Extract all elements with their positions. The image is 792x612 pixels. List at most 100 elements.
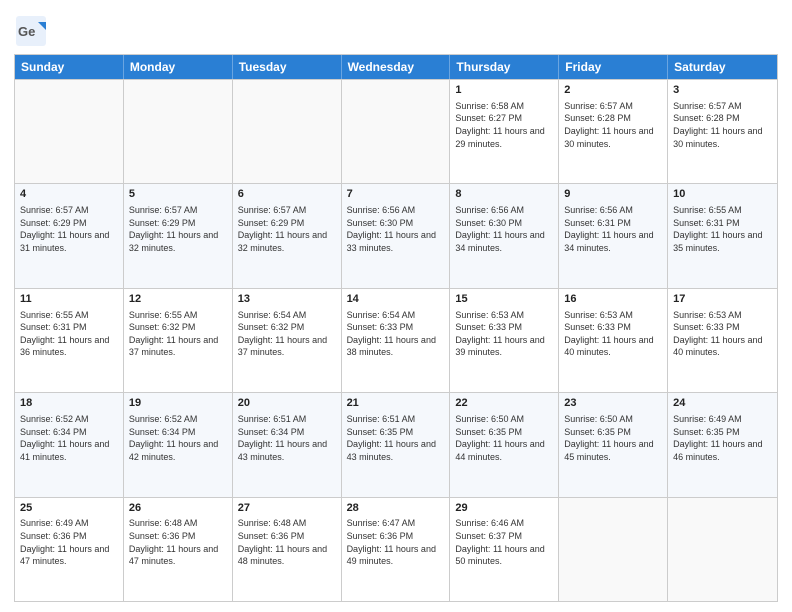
day-info: Sunrise: 6:57 AM Sunset: 6:29 PM Dayligh…	[129, 204, 227, 254]
day-number: 20	[238, 396, 336, 411]
empty-cell-0-1	[124, 80, 233, 183]
day-number: 5	[129, 187, 227, 202]
calendar-row-1: 1 Sunrise: 6:58 AM Sunset: 6:27 PM Daylig…	[15, 79, 777, 183]
day-info: Sunrise: 6:49 AM Sunset: 6:35 PM Dayligh…	[673, 413, 772, 463]
day-number: 16	[564, 292, 662, 307]
day-info: Sunrise: 6:53 AM Sunset: 6:33 PM Dayligh…	[673, 309, 772, 359]
day-number: 28	[347, 501, 445, 516]
weekday-header-saturday: Saturday	[668, 55, 777, 79]
day-cell-5: 5 Sunrise: 6:57 AM Sunset: 6:29 PM Daylig…	[124, 184, 233, 287]
day-number: 23	[564, 396, 662, 411]
logo: Ge	[14, 14, 48, 48]
day-info: Sunrise: 6:56 AM Sunset: 6:30 PM Dayligh…	[347, 204, 445, 254]
day-info: Sunrise: 6:54 AM Sunset: 6:32 PM Dayligh…	[238, 309, 336, 359]
day-cell-20: 20 Sunrise: 6:51 AM Sunset: 6:34 PM Dayli…	[233, 393, 342, 496]
day-info: Sunrise: 6:55 AM Sunset: 6:32 PM Dayligh…	[129, 309, 227, 359]
svg-text:Ge: Ge	[18, 24, 35, 39]
day-info: Sunrise: 6:56 AM Sunset: 6:30 PM Dayligh…	[455, 204, 553, 254]
day-info: Sunrise: 6:52 AM Sunset: 6:34 PM Dayligh…	[20, 413, 118, 463]
day-info: Sunrise: 6:50 AM Sunset: 6:35 PM Dayligh…	[455, 413, 553, 463]
empty-cell-4-5	[559, 498, 668, 601]
day-info: Sunrise: 6:55 AM Sunset: 6:31 PM Dayligh…	[20, 309, 118, 359]
calendar-row-3: 11 Sunrise: 6:55 AM Sunset: 6:31 PM Dayli…	[15, 288, 777, 392]
day-number: 7	[347, 187, 445, 202]
day-cell-13: 13 Sunrise: 6:54 AM Sunset: 6:32 PM Dayli…	[233, 289, 342, 392]
weekday-header-thursday: Thursday	[450, 55, 559, 79]
day-info: Sunrise: 6:54 AM Sunset: 6:33 PM Dayligh…	[347, 309, 445, 359]
day-info: Sunrise: 6:57 AM Sunset: 6:29 PM Dayligh…	[238, 204, 336, 254]
day-info: Sunrise: 6:50 AM Sunset: 6:35 PM Dayligh…	[564, 413, 662, 463]
day-cell-22: 22 Sunrise: 6:50 AM Sunset: 6:35 PM Dayli…	[450, 393, 559, 496]
day-number: 12	[129, 292, 227, 307]
day-cell-24: 24 Sunrise: 6:49 AM Sunset: 6:35 PM Dayli…	[668, 393, 777, 496]
day-cell-28: 28Sunrise: 6:47 AM Sunset: 6:36 PM Dayli…	[342, 498, 451, 601]
day-info: Sunrise: 6:51 AM Sunset: 6:35 PM Dayligh…	[347, 413, 445, 463]
day-info: Sunrise: 6:52 AM Sunset: 6:34 PM Dayligh…	[129, 413, 227, 463]
day-info: Sunrise: 6:55 AM Sunset: 6:31 PM Dayligh…	[673, 204, 772, 254]
day-number: 13	[238, 292, 336, 307]
day-info: Sunrise: 6:56 AM Sunset: 6:31 PM Dayligh…	[564, 204, 662, 254]
day-cell-29: 29Sunrise: 6:46 AM Sunset: 6:37 PM Dayli…	[450, 498, 559, 601]
weekday-header-tuesday: Tuesday	[233, 55, 342, 79]
day-number: 22	[455, 396, 553, 411]
day-cell-9: 9 Sunrise: 6:56 AM Sunset: 6:31 PM Daylig…	[559, 184, 668, 287]
day-cell-25: 25Sunrise: 6:49 AM Sunset: 6:36 PM Dayli…	[15, 498, 124, 601]
day-cell-16: 16 Sunrise: 6:53 AM Sunset: 6:33 PM Dayli…	[559, 289, 668, 392]
day-number: 26	[129, 501, 227, 516]
weekday-header-wednesday: Wednesday	[342, 55, 451, 79]
day-number: 24	[673, 396, 772, 411]
day-cell-19: 19Sunrise: 6:52 AM Sunset: 6:34 PM Dayli…	[124, 393, 233, 496]
day-cell-6: 6 Sunrise: 6:57 AM Sunset: 6:29 PM Daylig…	[233, 184, 342, 287]
day-cell-10: 10 Sunrise: 6:55 AM Sunset: 6:31 PM Dayli…	[668, 184, 777, 287]
day-info: Sunrise: 6:58 AM Sunset: 6:27 PM Dayligh…	[455, 100, 553, 150]
day-number: 29	[455, 501, 553, 516]
day-number: 9	[564, 187, 662, 202]
calendar-row-2: 4 Sunrise: 6:57 AM Sunset: 6:29 PM Daylig…	[15, 183, 777, 287]
weekday-header-monday: Monday	[124, 55, 233, 79]
day-cell-17: 17 Sunrise: 6:53 AM Sunset: 6:33 PM Dayli…	[668, 289, 777, 392]
day-number: 11	[20, 292, 118, 307]
day-info: Sunrise: 6:46 AM Sunset: 6:37 PM Dayligh…	[455, 517, 553, 567]
weekday-header-sunday: Sunday	[15, 55, 124, 79]
day-cell-7: 7 Sunrise: 6:56 AM Sunset: 6:30 PM Daylig…	[342, 184, 451, 287]
day-info: Sunrise: 6:48 AM Sunset: 6:36 PM Dayligh…	[238, 517, 336, 567]
day-number: 2	[564, 83, 662, 98]
day-cell-2: 2Sunrise: 6:57 AM Sunset: 6:28 PM Daylig…	[559, 80, 668, 183]
calendar-header: SundayMondayTuesdayWednesdayThursdayFrid…	[15, 55, 777, 79]
day-cell-18: 18 Sunrise: 6:52 AM Sunset: 6:34 PM Dayli…	[15, 393, 124, 496]
empty-cell-0-0	[15, 80, 124, 183]
day-info: Sunrise: 6:49 AM Sunset: 6:36 PM Dayligh…	[20, 517, 118, 567]
day-cell-14: 14 Sunrise: 6:54 AM Sunset: 6:33 PM Dayli…	[342, 289, 451, 392]
calendar-body: 1 Sunrise: 6:58 AM Sunset: 6:27 PM Daylig…	[15, 79, 777, 601]
day-cell-23: 23 Sunrise: 6:50 AM Sunset: 6:35 PM Dayli…	[559, 393, 668, 496]
day-number: 4	[20, 187, 118, 202]
day-cell-12: 12 Sunrise: 6:55 AM Sunset: 6:32 PM Dayli…	[124, 289, 233, 392]
day-number: 14	[347, 292, 445, 307]
calendar-row-5: 25Sunrise: 6:49 AM Sunset: 6:36 PM Dayli…	[15, 497, 777, 601]
day-cell-21: 21Sunrise: 6:51 AM Sunset: 6:35 PM Dayli…	[342, 393, 451, 496]
empty-cell-4-6	[668, 498, 777, 601]
day-info: Sunrise: 6:51 AM Sunset: 6:34 PM Dayligh…	[238, 413, 336, 463]
day-cell-11: 11 Sunrise: 6:55 AM Sunset: 6:31 PM Dayli…	[15, 289, 124, 392]
day-number: 17	[673, 292, 772, 307]
day-cell-26: 26Sunrise: 6:48 AM Sunset: 6:36 PM Dayli…	[124, 498, 233, 601]
day-cell-27: 27Sunrise: 6:48 AM Sunset: 6:36 PM Dayli…	[233, 498, 342, 601]
day-cell-15: 15 Sunrise: 6:53 AM Sunset: 6:33 PM Dayli…	[450, 289, 559, 392]
day-cell-1: 1 Sunrise: 6:58 AM Sunset: 6:27 PM Daylig…	[450, 80, 559, 183]
day-cell-4: 4 Sunrise: 6:57 AM Sunset: 6:29 PM Daylig…	[15, 184, 124, 287]
day-number: 8	[455, 187, 553, 202]
day-info: Sunrise: 6:53 AM Sunset: 6:33 PM Dayligh…	[564, 309, 662, 359]
header: Ge	[14, 10, 778, 48]
day-number: 10	[673, 187, 772, 202]
day-info: Sunrise: 6:48 AM Sunset: 6:36 PM Dayligh…	[129, 517, 227, 567]
day-number: 15	[455, 292, 553, 307]
day-info: Sunrise: 6:57 AM Sunset: 6:29 PM Dayligh…	[20, 204, 118, 254]
day-number: 1	[455, 83, 553, 98]
day-number: 6	[238, 187, 336, 202]
day-number: 18	[20, 396, 118, 411]
logo-icon: Ge	[14, 14, 48, 48]
calendar-row-4: 18 Sunrise: 6:52 AM Sunset: 6:34 PM Dayli…	[15, 392, 777, 496]
day-number: 25	[20, 501, 118, 516]
day-info: Sunrise: 6:53 AM Sunset: 6:33 PM Dayligh…	[455, 309, 553, 359]
calendar: SundayMondayTuesdayWednesdayThursdayFrid…	[14, 54, 778, 602]
